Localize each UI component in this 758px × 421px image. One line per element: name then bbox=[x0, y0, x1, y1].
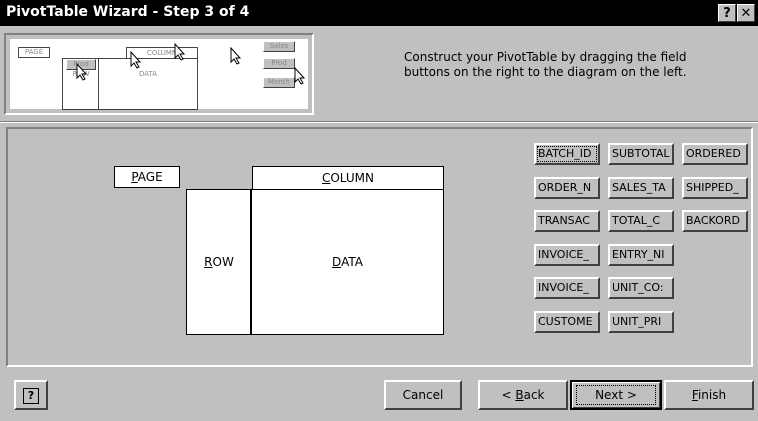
field-button-shipped[interactable]: SHIPPED_ bbox=[682, 177, 748, 199]
cursor-arrow-icon bbox=[294, 67, 306, 85]
column-area[interactable]: COLUMN bbox=[252, 166, 444, 190]
field-button-unit-cost[interactable]: UNIT_CO: bbox=[608, 277, 674, 299]
title-bar: PivotTable Wizard - Step 3 of 4 ? ✕ bbox=[0, 0, 758, 26]
finish-button[interactable]: Finish bbox=[664, 380, 754, 410]
field-button-order-n[interactable]: ORDER_N bbox=[534, 177, 600, 199]
divider bbox=[0, 121, 758, 123]
field-button-invoice-1[interactable]: INVOICE_ bbox=[534, 244, 600, 266]
field-button-batch-id[interactable]: BATCH_ID bbox=[534, 143, 600, 165]
cursor-arrow-icon bbox=[174, 43, 186, 61]
help-button[interactable]: ? bbox=[14, 380, 48, 410]
field-button-entry-n[interactable]: ENTRY_NI bbox=[608, 244, 674, 266]
cursor-arrow-icon bbox=[230, 47, 242, 65]
field-button-sales-ta[interactable]: SALES_TA bbox=[608, 177, 674, 199]
mini-month-button: Month bbox=[263, 77, 295, 88]
illustration: PAGE COLUMN ROW DATA Prod Sales Prod Mon… bbox=[10, 39, 308, 110]
back-button[interactable]: < Back bbox=[478, 380, 568, 410]
field-button-unit-price[interactable]: UNIT_PRI bbox=[608, 311, 674, 333]
field-button-invoice-2[interactable]: INVOICE_ bbox=[534, 277, 600, 299]
field-button-subtotal[interactable]: SUBTOTAL bbox=[608, 143, 674, 165]
field-button-customer[interactable]: CUSTOME bbox=[534, 311, 600, 333]
field-button-transac[interactable]: TRANSAC bbox=[534, 210, 600, 232]
window-title: PivotTable Wizard - Step 3 of 4 bbox=[6, 4, 250, 20]
data-area[interactable]: DATA bbox=[250, 189, 444, 335]
field-button-backord[interactable]: BACKORD bbox=[682, 210, 748, 232]
mini-data-box: DATA bbox=[98, 58, 198, 110]
mini-sales-button: Sales bbox=[263, 41, 295, 52]
page-area[interactable]: PAGE bbox=[114, 166, 180, 188]
next-button[interactable]: Next > bbox=[570, 380, 662, 410]
cursor-arrow-icon bbox=[76, 63, 88, 81]
cancel-button[interactable]: Cancel bbox=[384, 380, 462, 410]
mini-page-box: PAGE bbox=[18, 47, 50, 58]
layout-panel: PAGE COLUMN ROW DATA BATCH_ID SUBTOTAL O… bbox=[6, 127, 753, 367]
row-area[interactable]: ROW bbox=[186, 189, 252, 335]
field-button-ordered[interactable]: ORDERED bbox=[682, 143, 748, 165]
cursor-arrow-icon bbox=[130, 51, 142, 69]
field-button-total-c[interactable]: TOTAL_C bbox=[608, 210, 674, 232]
mini-prod2-button: Prod bbox=[263, 58, 295, 69]
help-title-button[interactable]: ? bbox=[718, 4, 736, 22]
close-icon[interactable]: ✕ bbox=[737, 4, 755, 22]
instructions-text: Construct your PivotTable by dragging th… bbox=[404, 50, 687, 79]
help-icon: ? bbox=[23, 388, 39, 404]
illustration-frame: PAGE COLUMN ROW DATA Prod Sales Prod Mon… bbox=[4, 33, 314, 115]
